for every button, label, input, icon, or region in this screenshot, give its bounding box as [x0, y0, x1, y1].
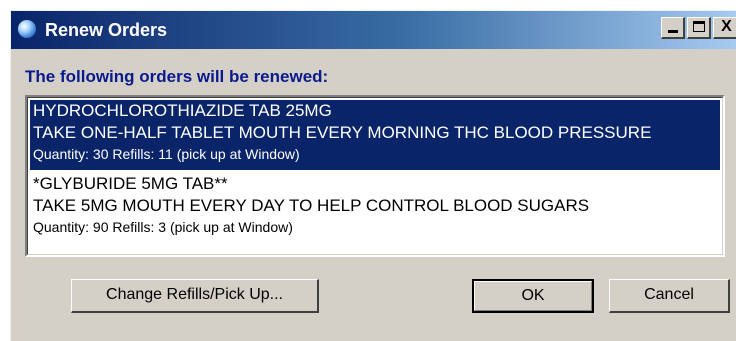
maximize-icon — [692, 21, 705, 32]
ok-button-label: OK — [521, 287, 545, 304]
order-drug: HYDROCHLOROTHIAZIDE TAB 25MG — [33, 101, 332, 120]
order-sig: TAKE ONE-HALF TABLET MOUTH EVERY MORNING… — [33, 123, 652, 142]
orders-heading: The following orders will be renewed: — [25, 67, 329, 86]
order-details: Quantity: 90 Refills: 3 (pick up at Wind… — [33, 219, 293, 235]
renew-orders-dialog: Renew Orders X The following orders will… — [10, 10, 736, 341]
order-sig: TAKE 5MG MOUTH EVERY DAY TO HELP CONTROL… — [33, 196, 590, 215]
minimize-button[interactable] — [661, 17, 685, 39]
title-bar[interactable]: Renew Orders X — [11, 11, 736, 49]
change-refills-button[interactable]: Change Refills/Pick Up... — [71, 279, 319, 313]
close-button[interactable]: X — [713, 17, 736, 39]
ok-button[interactable]: OK — [472, 279, 594, 313]
maximize-button[interactable] — [687, 17, 711, 39]
order-details: Quantity: 30 Refills: 11 (pick up at Win… — [33, 146, 300, 162]
cancel-button[interactable]: Cancel — [609, 279, 730, 313]
orders-list[interactable]: HYDROCHLOROTHIAZIDE TAB 25MG TAKE ONE-HA… — [25, 95, 725, 257]
window-title: Renew Orders — [45, 20, 168, 40]
order-drug: *GLYBURIDE 5MG TAB** — [33, 174, 228, 193]
minimize-icon — [667, 30, 678, 33]
app-globe-icon — [17, 19, 37, 39]
order-item-hydrochlorothiazide[interactable]: HYDROCHLOROTHIAZIDE TAB 25MG TAKE ONE-HA… — [30, 100, 720, 170]
order-item-glyburide[interactable]: *GLYBURIDE 5MG TAB** TAKE 5MG MOUTH EVER… — [30, 173, 720, 243]
close-icon: X — [721, 18, 732, 35]
